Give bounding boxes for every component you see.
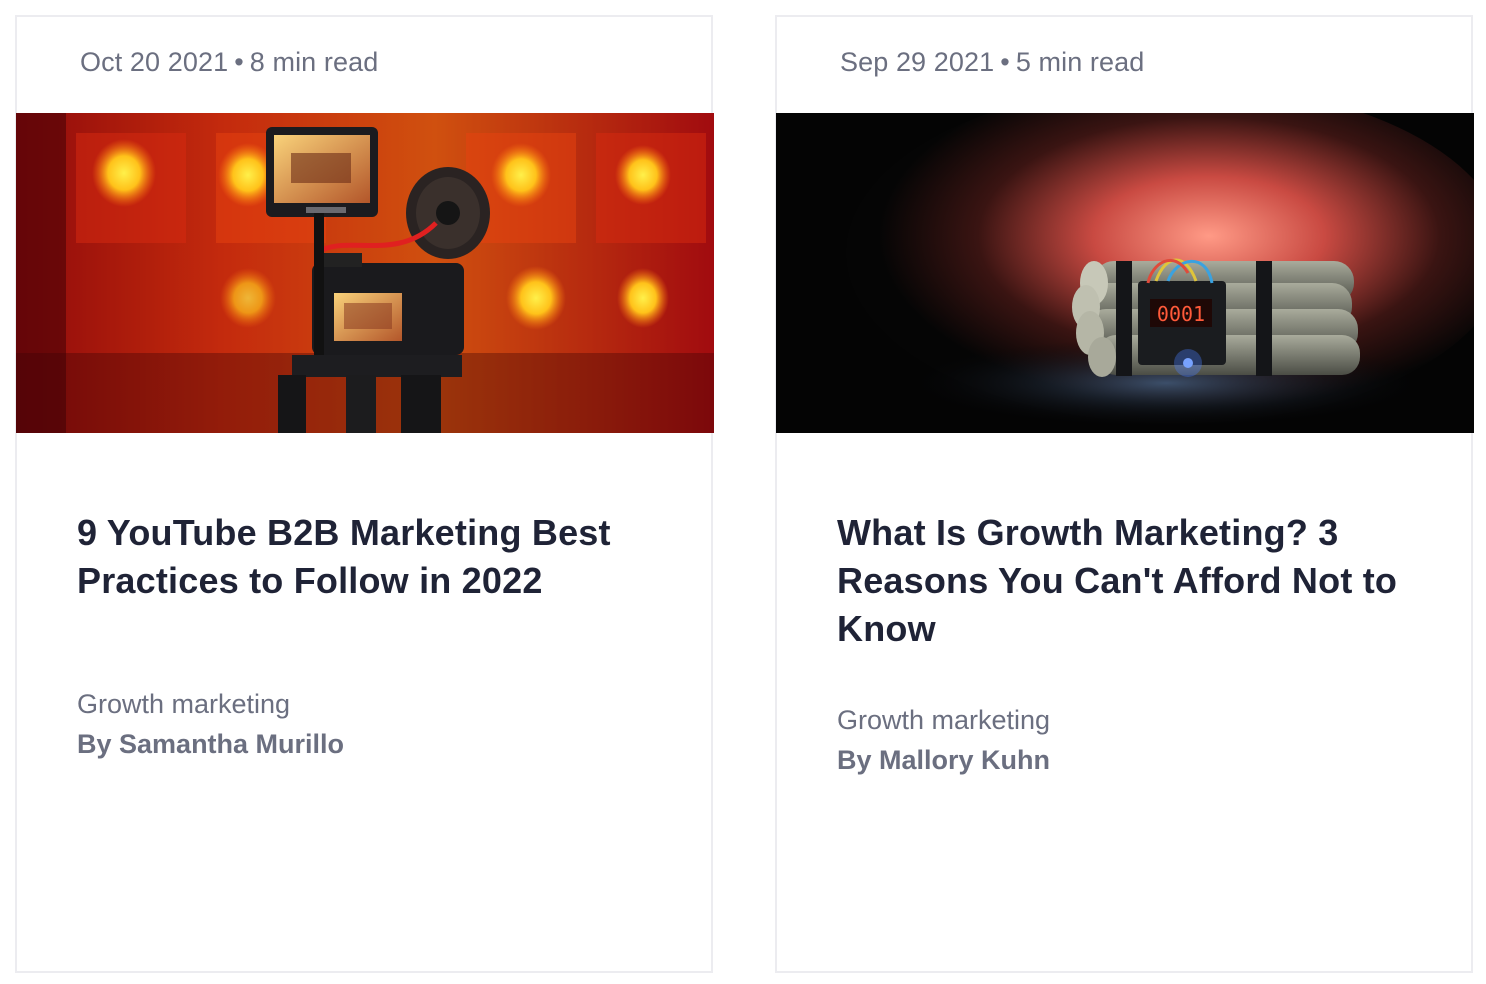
article-meta: Sep 29 2021 • 5 min read	[840, 47, 1144, 78]
meta-separator: •	[1000, 47, 1010, 77]
read-time: 5 min read	[1015, 47, 1145, 77]
camera-rig-photo	[16, 113, 714, 433]
article-category[interactable]: Growth marketing	[77, 689, 290, 720]
article-author: By Mallory Kuhn	[837, 745, 1051, 775]
time-bomb-photo: 0001	[776, 113, 1474, 433]
article-title[interactable]: What Is Growth Marketing? 3 Reasons You …	[837, 509, 1417, 653]
publish-date: Oct 20 2021	[80, 47, 229, 77]
meta-separator: •	[234, 47, 244, 77]
article-category[interactable]: Growth marketing	[837, 705, 1050, 736]
article-title[interactable]: 9 YouTube B2B Marketing Best Practices t…	[77, 509, 657, 605]
read-time: 8 min read	[249, 47, 379, 77]
article-thumbnail[interactable]	[16, 113, 714, 433]
article-thumbnail[interactable]: 0001	[776, 113, 1474, 433]
article-author: By Samantha Murillo	[77, 729, 345, 759]
bomb-timer-display: 0001	[1157, 302, 1205, 326]
article-card[interactable]: Oct 20 2021 • 8 min read 9 YouTube B2B M…	[15, 15, 714, 973]
article-card[interactable]: Sep 29 2021 • 5 min read 0001 What Is Gr…	[775, 15, 1474, 973]
publish-date: Sep 29 2021	[840, 47, 995, 77]
article-meta: Oct 20 2021 • 8 min read	[80, 47, 378, 78]
